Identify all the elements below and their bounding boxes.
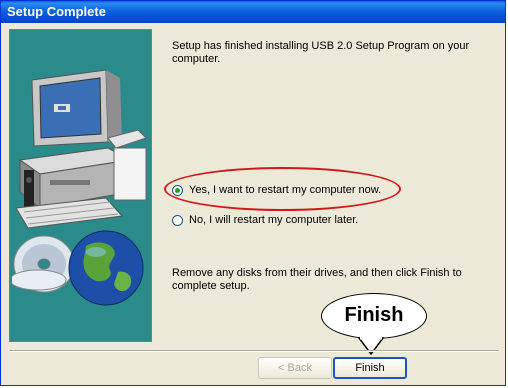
intro-line-2: computer. [172, 53, 221, 65]
globe-icon [68, 230, 144, 306]
callout-pointer [357, 336, 385, 356]
intro-text: Setup has finished installing USB 2.0 Se… [172, 40, 469, 66]
setup-complete-dialog: Setup Complete Setup has finished instal… [0, 0, 506, 386]
wizard-art-panel [9, 29, 152, 342]
finish-button[interactable]: Finish [333, 357, 407, 379]
finish-callout-text: Finish [344, 304, 404, 326]
instruction-line-1: Remove any disks from their drives, and … [172, 267, 462, 279]
back-button[interactable]: < Back [258, 357, 332, 379]
restart-later-option[interactable]: No, I will restart my computer later. [172, 214, 358, 226]
highlight-ellipse [164, 167, 401, 211]
intro-line-1: Setup has finished installing USB 2.0 Se… [172, 40, 470, 52]
title-bar: Setup Complete [1, 1, 505, 23]
restart-later-label: No, I will restart my computer later. [189, 214, 359, 226]
finish-callout: Finish [321, 293, 427, 339]
separator [9, 350, 499, 352]
restart-later-radio[interactable] [172, 214, 183, 226]
instruction-line-2: complete setup. [172, 280, 250, 292]
instruction-text: Remove any disks from their drives, and … [172, 267, 462, 293]
window-title: Setup Complete [7, 4, 106, 19]
